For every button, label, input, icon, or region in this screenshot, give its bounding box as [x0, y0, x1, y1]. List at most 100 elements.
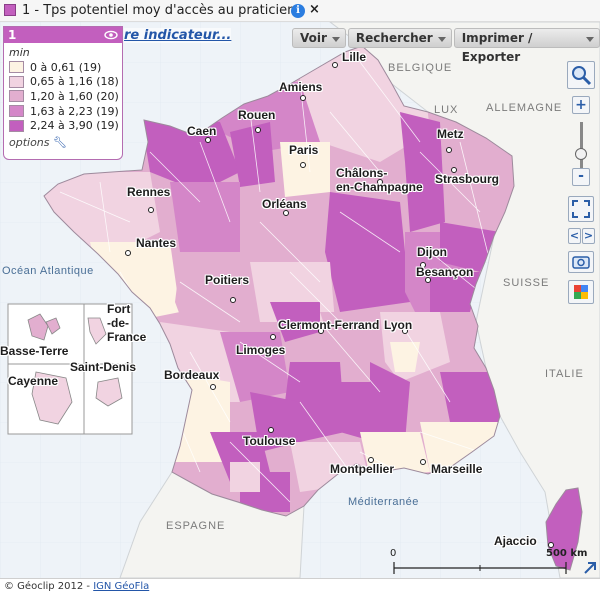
city-dot-bordeaux[interactable] — [210, 384, 216, 390]
city-label-lyon: Lyon — [384, 318, 413, 332]
dom-label-saint-denis: Saint-Denis — [70, 360, 137, 374]
legend-options[interactable]: options 🔧︎ — [9, 136, 122, 149]
city-dot-rennes[interactable] — [148, 207, 154, 213]
wrench-icon[interactable]: 🔧︎ — [53, 136, 67, 149]
city-label-besancon: Besançon — [416, 265, 474, 279]
city-label-dijon: Dijon — [417, 245, 447, 259]
country-label-belgique: BELGIQUE — [388, 62, 453, 74]
city-label-strasbourg: Strasbourg — [435, 172, 500, 186]
city-label-poitiers: Poitiers — [205, 273, 250, 287]
country-label-lux: LUX — [434, 104, 459, 116]
legend-label: 2,24 à 3,90 (19) — [30, 119, 119, 133]
scale-start-label: 0 — [390, 548, 397, 559]
legend-label: 0,65 à 1,16 (18) — [30, 75, 119, 89]
city-label-caen: Caen — [187, 124, 217, 138]
eye-icon[interactable] — [104, 28, 118, 42]
city-dot-limoges[interactable] — [270, 334, 276, 340]
legend-swatch — [9, 119, 24, 132]
legend-row: 0,65 à 1,16 (18) — [9, 75, 122, 90]
legend-number: 1 — [8, 28, 17, 42]
city-dot-amiens[interactable] — [300, 95, 306, 101]
info-icon[interactable]: i — [291, 4, 305, 18]
city-dot-metz[interactable] — [446, 147, 452, 153]
dom-label-cayenne: Cayenne — [8, 374, 59, 388]
city-label-paris: Paris — [289, 143, 319, 157]
city-label-metz: Metz — [437, 127, 464, 141]
voir-menu-button[interactable]: Voir — [292, 28, 346, 48]
rechercher-menu-button[interactable]: Rechercher — [347, 28, 452, 48]
legend-classes: 0 à 0,61 (19) 0,65 à 1,16 (18) 1,20 à 1,60… — [4, 60, 122, 133]
city-label-toulouse: Toulouse — [243, 434, 296, 448]
zoom-box-icon — [572, 66, 592, 86]
city-dot-rouen[interactable] — [255, 127, 261, 133]
city-label-clermont: Clermont-Ferrand — [278, 318, 380, 332]
fullscreen-button[interactable] — [568, 196, 594, 222]
options-label[interactable]: options — [9, 136, 50, 149]
legend-swatch — [9, 75, 24, 88]
legend-row: 1,20 à 1,60 (20) — [9, 89, 122, 104]
city-dot-nantes[interactable] — [125, 250, 131, 256]
city-label-bordeaux: Bordeaux — [164, 368, 220, 382]
zoom-slider-track[interactable] — [580, 122, 583, 168]
city-label-marseille: Marseille — [431, 462, 483, 476]
country-label-suisse: SUISSE — [503, 277, 550, 289]
next-button[interactable]: > — [582, 228, 595, 244]
city-label-limoges: Limoges — [236, 343, 286, 357]
legend-label: 0 à 0,61 (19) — [30, 60, 102, 74]
city-label-ajaccio: Ajaccio — [494, 534, 537, 548]
city-dot-paris[interactable] — [300, 162, 306, 168]
country-label-allemagne: ALLEMAGNE — [486, 102, 563, 114]
legend-panel[interactable]: 1 min 0 à 0,61 (19) 0,65 à 1,16 (18) 1,20 … — [3, 26, 123, 160]
prev-button[interactable]: < — [568, 228, 581, 244]
zoom-slider-handle[interactable] — [575, 148, 587, 160]
google-earth-icon — [574, 285, 588, 299]
sea-label-atlantique: Océan Atlantique — [2, 265, 94, 277]
fullscreen-icon — [572, 200, 590, 218]
zoom-out-button[interactable]: - — [572, 168, 590, 186]
map-title: 1 - Tps potentiel moy d'accès au pratici… — [22, 3, 296, 18]
legend-header[interactable]: 1 — [4, 27, 122, 43]
zoom-box-button[interactable] — [567, 61, 595, 89]
city-dot-poitiers[interactable] — [230, 297, 236, 303]
legend-row: 2,24 à 3,90 (19) — [9, 118, 122, 133]
indicator-link[interactable]: re indicateur... — [124, 28, 232, 43]
city-label-montpellier: Montpellier — [330, 462, 395, 476]
close-button[interactable]: × — [309, 2, 320, 17]
city-label-nantes: Nantes — [136, 236, 177, 250]
legend-swatch — [9, 61, 24, 74]
zoom-in-button[interactable]: + — [572, 96, 590, 114]
legend-label: 1,20 à 1,60 (20) — [30, 89, 119, 103]
legend-label: 1,63 à 2,23 (19) — [30, 104, 119, 118]
legend-row: 1,63 à 2,23 (19) — [9, 104, 122, 119]
google-earth-button[interactable] — [568, 280, 594, 304]
legend-swatch — [9, 90, 24, 103]
country-label-espagne: ESPAGNE — [166, 520, 226, 532]
legend-unit: min — [9, 46, 30, 59]
city-label-rouen: Rouen — [238, 108, 276, 122]
imprimer-exporter-menu-button[interactable]: Imprimer / Exporter — [453, 28, 600, 64]
city-dot-lille[interactable] — [332, 62, 338, 68]
dom-label-fort-de-france: Fort -de- France — [107, 302, 147, 344]
city-label-rennes: Rennes — [127, 185, 171, 199]
dom-label-basse-terre: Basse-Terre — [0, 344, 69, 358]
resize-corner-icon[interactable] — [582, 560, 598, 576]
title-bar: 1 - Tps potentiel moy d'accès au pratici… — [0, 0, 600, 22]
city-label-amiens: Amiens — [279, 80, 323, 94]
footer: © Géoclip 2012 - IGN GéoFla — [0, 578, 600, 595]
copyright-text: © Géoclip 2012 - — [4, 581, 94, 592]
scale-end-label: 500 km — [546, 548, 588, 559]
city-label-orleans: Orléans — [262, 197, 307, 211]
city-label-chalons: Châlons- en-Champagne — [336, 166, 423, 194]
city-dot-marseille[interactable] — [420, 459, 426, 465]
city-dot-toulouse[interactable] — [268, 427, 274, 433]
map-toolbar: Voir Rechercher Imprimer / Exporter — [292, 28, 600, 64]
sea-label-mediterranee: Méditerranée — [348, 496, 419, 508]
legend-swatch — [9, 105, 24, 118]
country-label-italie: ITALIE — [545, 368, 584, 380]
city-label-lille: Lille — [342, 50, 367, 64]
snapshot-button[interactable] — [568, 251, 594, 273]
ign-geofla-link[interactable]: IGN GéoFla — [93, 581, 149, 592]
camera-icon — [572, 256, 590, 269]
indicator-color-swatch — [4, 4, 16, 16]
legend-row: 0 à 0,61 (19) — [9, 60, 122, 75]
